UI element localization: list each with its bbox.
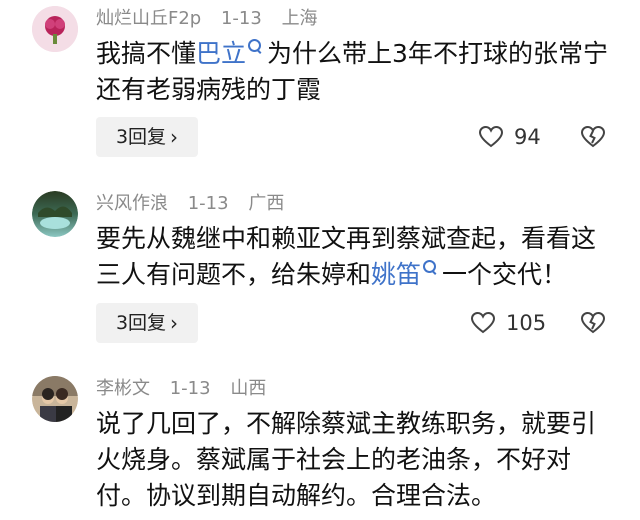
comment-text: 说了几回了，不解除蔡斌主教练职务，就要引火烧身。蔡斌属于社会上的老油条，不好对付… (96, 409, 597, 510)
avatar[interactable] (32, 376, 78, 422)
comment-item: 灿烂山丘F2p 1-13 上海 我搞不懂巴立 为什么带上3年不打球的张常宁还有老弱… (0, 0, 640, 170)
broken-heart-icon (580, 125, 606, 148)
comment-meta: 兴风作浪 1-13 广西 (96, 193, 298, 215)
broken-heart-icon (580, 311, 606, 334)
like-button[interactable]: 94 (478, 125, 541, 149)
reply-button[interactable]: 3回复 › (96, 303, 198, 343)
comment-location: 广西 (248, 193, 285, 214)
comment-text: 要先从魏继中和赖亚文再到蔡斌查起，看看这三人有问题不，给朱婷和姚笛 一个交代！ (96, 224, 597, 289)
avatar[interactable] (32, 6, 78, 52)
username[interactable]: 李彬文 (96, 378, 150, 399)
like-count: 94 (514, 125, 541, 149)
like-button[interactable]: 105 (470, 311, 546, 335)
comment-location: 山西 (230, 378, 267, 399)
like-count: 105 (506, 311, 547, 335)
chevron-right-icon: › (170, 125, 179, 149)
search-icon (248, 39, 262, 52)
username[interactable]: 灿烂山丘F2p (96, 8, 201, 29)
dislike-button[interactable] (580, 125, 606, 153)
comment-date: 1-13 (220, 8, 262, 29)
comment-text: 我搞不懂巴立 为什么带上3年不打球的张常宁还有老弱病残的丁霞 (96, 39, 608, 104)
comment-meta: 李彬文 1-13 山西 (96, 378, 280, 400)
comment-date: 1-13 (187, 193, 229, 214)
username[interactable]: 兴风作浪 (96, 193, 168, 214)
chevron-right-icon: › (170, 311, 179, 335)
comment-meta: 灿烂山丘F2p 1-13 上海 (96, 8, 332, 30)
heart-outline-icon (478, 125, 504, 148)
search-icon (423, 260, 437, 273)
mention-link[interactable]: 姚笛 (371, 260, 421, 289)
mention-link[interactable]: 巴立 (196, 39, 246, 68)
comment-date: 1-13 (169, 378, 211, 399)
dislike-button[interactable] (580, 311, 606, 339)
comment-item: 李彬文 1-13 山西 说了几回了，不解除蔡斌主教练职务，就要引火烧身。蔡斌属于… (0, 370, 640, 520)
heart-outline-icon (470, 311, 496, 334)
comment-item: 兴风作浪 1-13 广西 要先从魏继中和赖亚文再到蔡斌查起，看看这三人有问题不，… (0, 185, 640, 355)
reply-button[interactable]: 3回复 › (96, 117, 198, 157)
comment-location: 上海 (281, 8, 318, 29)
avatar[interactable] (32, 191, 78, 237)
